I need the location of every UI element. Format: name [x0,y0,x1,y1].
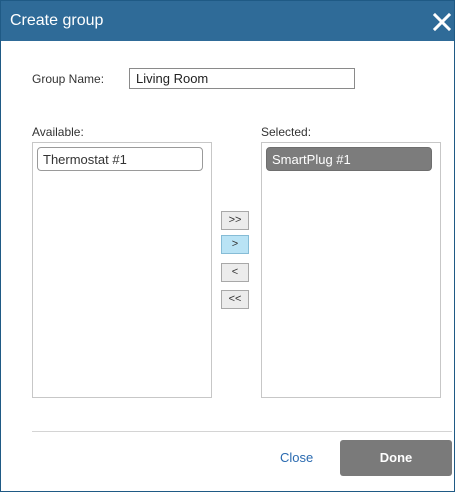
remove-all-button[interactable]: << [221,290,249,309]
selected-label: Selected: [261,125,312,139]
group-name-input[interactable] [129,68,355,89]
available-list[interactable]: Thermostat #1 [32,142,212,398]
remove-button[interactable]: < [221,263,249,282]
add-button[interactable]: > [221,235,249,254]
done-button[interactable]: Done [340,440,452,476]
footer-divider [32,431,452,432]
dialog-titlebar: Create group [1,1,454,41]
add-all-button[interactable]: >> [221,211,249,230]
dialog-title: Create group [10,12,104,29]
selected-item-smartplug[interactable]: SmartPlug #1 [266,147,432,171]
selected-list[interactable]: SmartPlug #1 [261,142,441,398]
create-group-dialog: Create group Group Name: Available: Ther… [0,0,455,492]
group-name-label: Group Name: [32,72,105,86]
available-item-thermostat[interactable]: Thermostat #1 [37,147,203,171]
available-label: Available: [32,125,84,139]
close-link[interactable]: Close [280,450,313,465]
close-icon[interactable] [430,10,454,34]
